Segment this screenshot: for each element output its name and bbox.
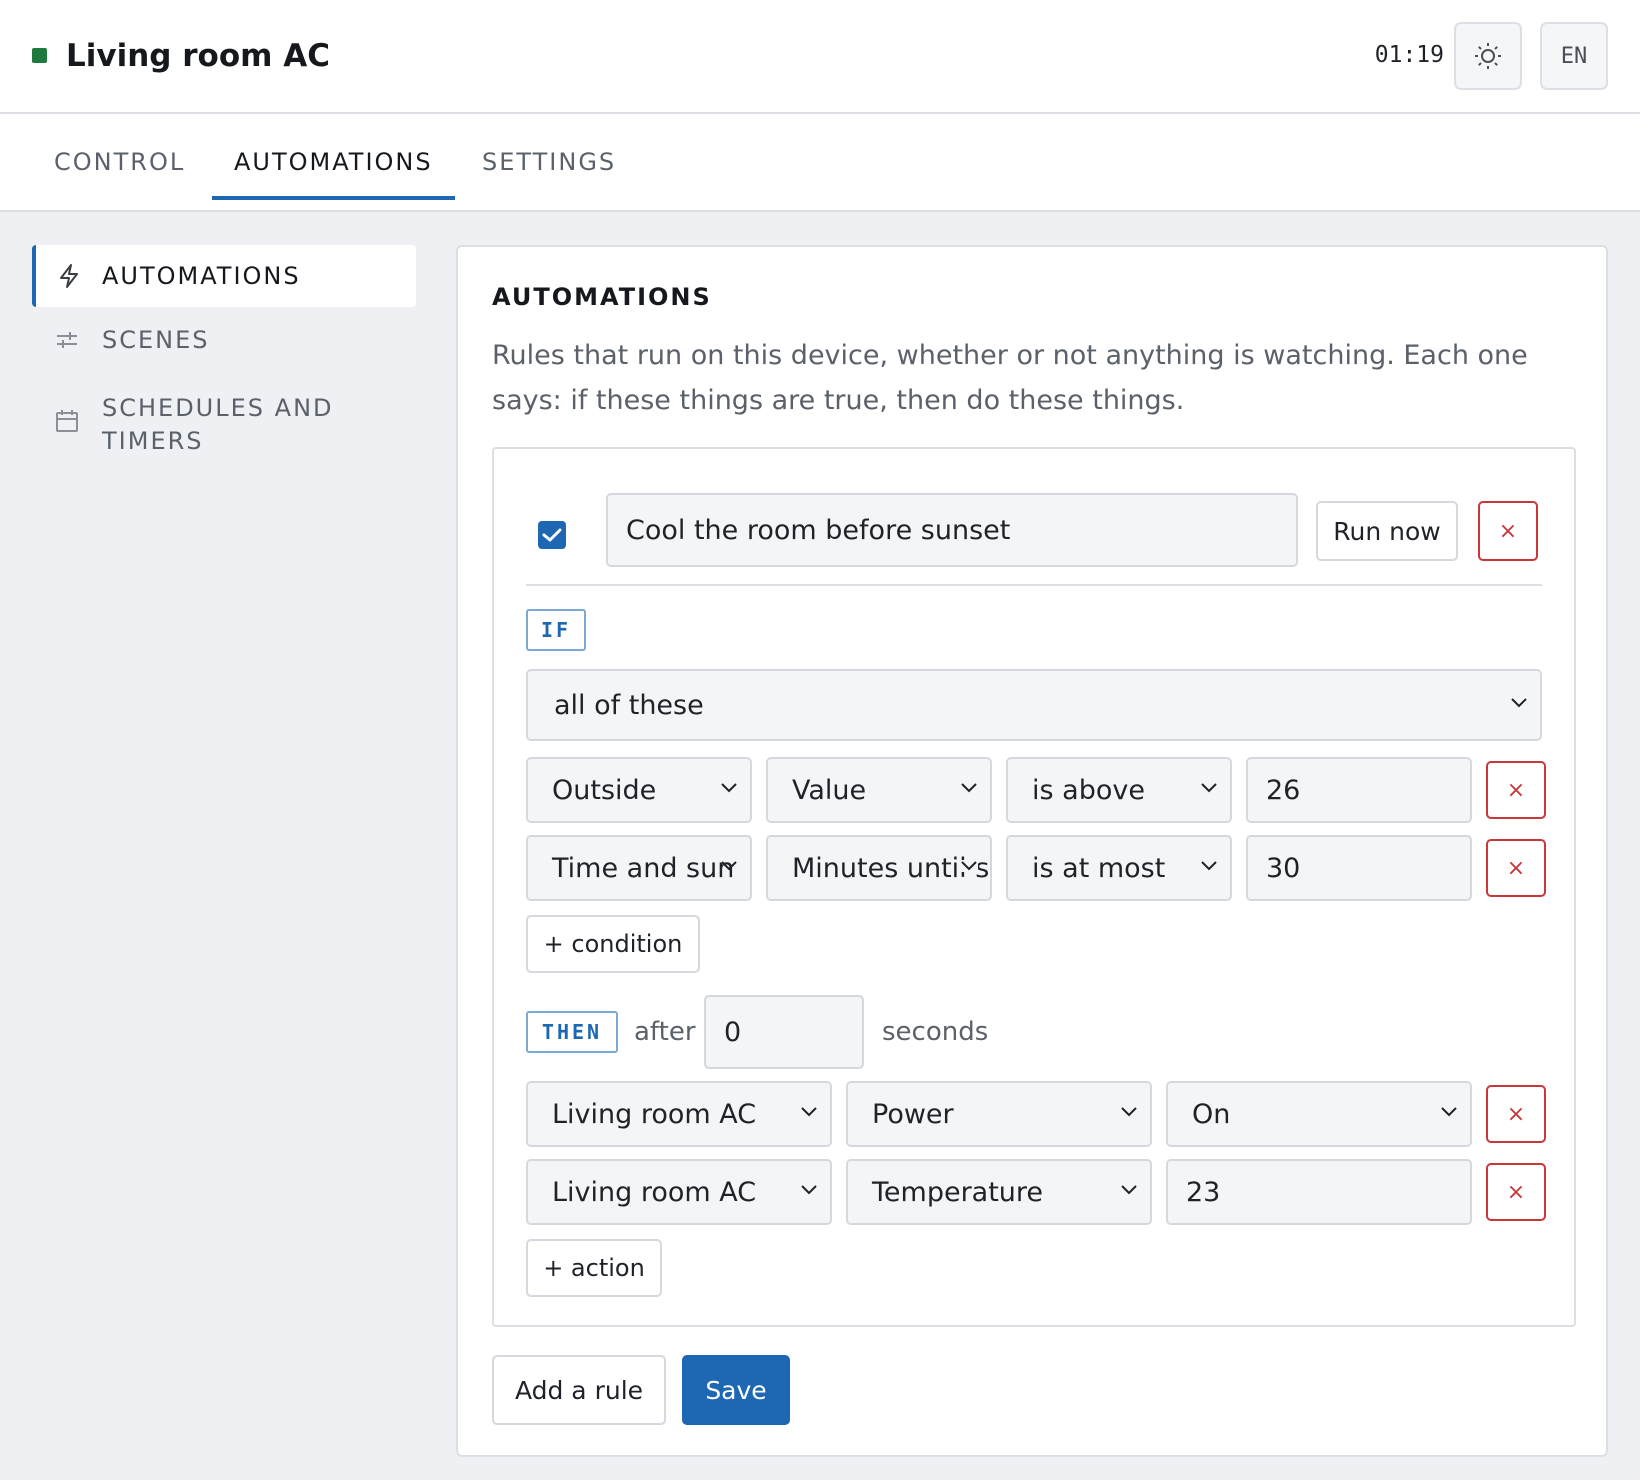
sidebar-item-scenes[interactable]: SCENES — [32, 326, 416, 354]
section-description: Rules that run on this device, whether o… — [492, 340, 1528, 416]
match-mode-value: all of these — [554, 689, 704, 721]
add-action-button[interactable]: + action — [526, 1239, 662, 1297]
tab-control[interactable]: CONTROL — [54, 148, 185, 200]
chevron-down-icon — [1201, 861, 1217, 871]
condition-value-input[interactable]: 30 — [1246, 835, 1472, 901]
match-mode-select[interactable]: all of these — [526, 669, 1542, 741]
then-label: THEN — [526, 1011, 618, 1053]
action-value: On — [1192, 1098, 1231, 1130]
section-title: AUTOMATIONS — [492, 283, 712, 311]
run-now-button[interactable]: Run now — [1316, 501, 1458, 561]
rule-card: Cool the room before sunset Run now × IF… — [492, 447, 1576, 1327]
sidebar-item-label: SCHEDULES AND TIMERS — [102, 394, 334, 455]
chevron-down-icon — [721, 861, 737, 871]
action-property-select[interactable]: Temperature — [846, 1159, 1152, 1225]
tab-bar: CONTROL AUTOMATIONS SETTINGS — [0, 114, 1640, 212]
delete-condition-button[interactable]: × — [1486, 761, 1546, 819]
chevron-down-icon — [1511, 698, 1527, 708]
language-button[interactable]: EN — [1540, 22, 1608, 90]
sidebar-item-schedules[interactable]: SCHEDULES AND TIMERS — [32, 392, 416, 458]
sliders-icon — [32, 326, 102, 352]
delay-seconds-input[interactable]: 0 — [704, 995, 864, 1069]
add-condition-button[interactable]: + condition — [526, 915, 700, 973]
condition-operator-value: is above — [1032, 774, 1145, 806]
delete-action-button[interactable]: × — [1486, 1163, 1546, 1221]
theme-toggle-button[interactable] — [1454, 22, 1522, 90]
condition-operator-select[interactable]: is above — [1006, 757, 1232, 823]
clock: 01:19 — [1374, 42, 1444, 68]
condition-value-input[interactable]: 26 — [1246, 757, 1472, 823]
delete-action-button[interactable]: × — [1486, 1085, 1546, 1143]
rule-enabled-checkbox[interactable] — [538, 521, 566, 549]
chevron-down-icon — [961, 783, 977, 793]
delete-condition-button[interactable]: × — [1486, 839, 1546, 897]
delete-rule-button[interactable]: × — [1478, 501, 1538, 561]
action-device-value: Living room AC — [552, 1098, 757, 1130]
divider — [526, 584, 1542, 586]
action-device-value: Living room AC — [552, 1176, 757, 1208]
action-property-value: Temperature — [872, 1176, 1044, 1208]
status-indicator — [32, 48, 47, 63]
bolt-icon — [36, 263, 102, 289]
app-header: Living room AC 01:19 EN — [0, 0, 1640, 114]
condition-source-value: Time and sun — [552, 852, 735, 884]
chevron-down-icon — [801, 1107, 817, 1117]
sidebar-item-label: AUTOMATIONS — [102, 262, 301, 290]
sidebar-item-automations[interactable]: AUTOMATIONS — [32, 245, 416, 307]
chevron-down-icon — [1121, 1107, 1137, 1117]
condition-source-value: Outside — [552, 774, 657, 806]
condition-property-value: Value — [792, 774, 867, 806]
page-title: Living room AC — [66, 38, 330, 74]
action-value-input[interactable]: 23 — [1166, 1159, 1472, 1225]
tab-settings[interactable]: SETTINGS — [482, 148, 616, 200]
chevron-down-icon — [1441, 1107, 1457, 1117]
action-value-select[interactable]: On — [1166, 1081, 1472, 1147]
condition-source-select[interactable]: Outside — [526, 757, 752, 823]
action-device-select[interactable]: Living room AC — [526, 1159, 832, 1225]
action-property-value: Power — [872, 1098, 954, 1130]
condition-property-select[interactable]: Value — [766, 757, 992, 823]
chevron-down-icon — [801, 1185, 817, 1195]
action-property-select[interactable]: Power — [846, 1081, 1152, 1147]
add-rule-button[interactable]: Add a rule — [492, 1355, 666, 1425]
condition-operator-value: is at most — [1032, 852, 1166, 884]
tab-automations[interactable]: AUTOMATIONS — [212, 148, 455, 200]
check-icon — [542, 528, 562, 542]
chevron-down-icon — [1121, 1185, 1137, 1195]
chevron-down-icon — [721, 783, 737, 793]
seconds-label: seconds — [882, 1017, 989, 1047]
after-label: after — [634, 1017, 696, 1047]
automations-panel: AUTOMATIONS Rules that run on this devic… — [456, 245, 1608, 1457]
chevron-down-icon — [960, 860, 978, 872]
chevron-down-icon — [1201, 783, 1217, 793]
condition-property-select[interactable]: Minutes until sunset — [766, 835, 992, 901]
condition-operator-select[interactable]: is at most — [1006, 835, 1232, 901]
sun-icon — [1475, 43, 1501, 69]
sidebar-item-label: SCENES — [102, 326, 210, 354]
action-device-select[interactable]: Living room AC — [526, 1081, 832, 1147]
calendar-icon — [32, 392, 102, 434]
condition-source-select[interactable]: Time and sun — [526, 835, 752, 901]
if-label: IF — [526, 609, 586, 651]
save-button[interactable]: Save — [682, 1355, 790, 1425]
rule-name-input[interactable]: Cool the room before sunset — [606, 493, 1298, 567]
